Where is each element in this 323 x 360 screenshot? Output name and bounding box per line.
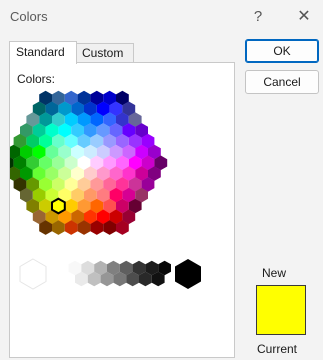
new-color-label: New xyxy=(262,266,287,280)
help-icon[interactable]: ? xyxy=(246,6,270,28)
close-icon[interactable]: ✕ xyxy=(292,6,316,28)
gray-swatch-large[interactable] xyxy=(19,258,47,290)
gray-swatch-large[interactable] xyxy=(175,259,201,289)
color-hexagon-palette[interactable] xyxy=(10,63,234,357)
title-bar: Colors ? ✕ xyxy=(0,0,323,34)
dialog-title: Colors xyxy=(10,9,48,24)
current-color-label: Current xyxy=(257,342,298,356)
standard-tab-page: Colors: xyxy=(9,62,235,358)
tab-standard[interactable]: Standard xyxy=(9,41,77,64)
new-color-preview xyxy=(256,285,306,335)
ok-button[interactable]: OK xyxy=(245,39,319,63)
cancel-button[interactable]: Cancel xyxy=(245,70,319,94)
tab-custom[interactable]: Custom xyxy=(75,43,134,63)
